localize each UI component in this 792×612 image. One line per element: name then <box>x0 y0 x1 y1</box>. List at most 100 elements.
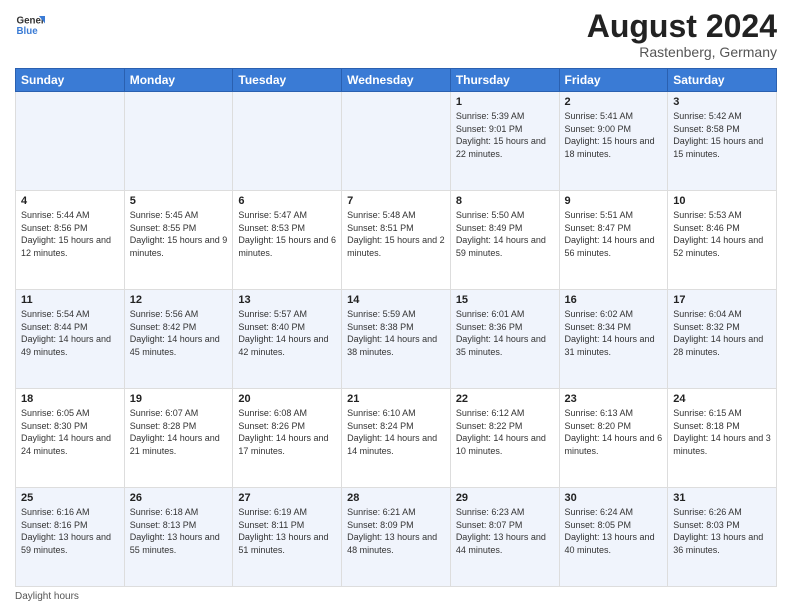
day-info: Sunrise: 5:54 AM Sunset: 8:44 PM Dayligh… <box>21 308 119 358</box>
day-info: Sunrise: 6:07 AM Sunset: 8:28 PM Dayligh… <box>130 407 228 457</box>
calendar-cell: 21 Sunrise: 6:10 AM Sunset: 8:24 PM Dayli… <box>342 389 451 488</box>
day-number: 5 <box>130 195 228 207</box>
svg-text:Blue: Blue <box>17 26 39 37</box>
day-number: 29 <box>456 492 554 504</box>
day-number: 23 <box>565 393 663 405</box>
day-info: Sunrise: 6:23 AM Sunset: 8:07 PM Dayligh… <box>456 506 554 556</box>
day-info: Sunrise: 6:02 AM Sunset: 8:34 PM Dayligh… <box>565 308 663 358</box>
footer-note: Daylight hours <box>15 591 777 602</box>
calendar-cell: 13Sunrise: 5:57 AM Sunset: 8:40 PM Dayli… <box>233 290 342 389</box>
calendar-cell: 11Sunrise: 5:54 AM Sunset: 8:44 PM Dayli… <box>16 290 125 389</box>
day-number: 28 <box>347 492 445 504</box>
day-number: 24 <box>673 393 771 405</box>
day-number: 12 <box>130 294 228 306</box>
day-number: 25 <box>21 492 119 504</box>
weekday-header-sunday: Sunday <box>16 69 125 92</box>
day-number: 13 <box>238 294 336 306</box>
logo: General Blue <box>15 10 45 40</box>
day-info: Sunrise: 6:05 AM Sunset: 8:30 PM Dayligh… <box>21 407 119 457</box>
weekday-header-thursday: Thursday <box>450 69 559 92</box>
calendar-cell: 5 Sunrise: 5:45 AM Sunset: 8:55 PM Daylig… <box>124 191 233 290</box>
day-info: Sunrise: 6:18 AM Sunset: 8:13 PM Dayligh… <box>130 506 228 556</box>
calendar-cell: 30Sunrise: 6:24 AM Sunset: 8:05 PM Dayli… <box>559 488 668 587</box>
calendar-cell: 16 Sunrise: 6:02 AM Sunset: 8:34 PM Dayli… <box>559 290 668 389</box>
day-number: 3 <box>673 96 771 108</box>
calendar-cell: 25 Sunrise: 6:16 AM Sunset: 8:16 PM Dayli… <box>16 488 125 587</box>
day-number: 31 <box>673 492 771 504</box>
day-info: Sunrise: 6:12 AM Sunset: 8:22 PM Dayligh… <box>456 407 554 457</box>
calendar-cell: 17 Sunrise: 6:04 AM Sunset: 8:32 PM Dayli… <box>668 290 777 389</box>
day-number: 22 <box>456 393 554 405</box>
day-number: 26 <box>130 492 228 504</box>
day-number: 30 <box>565 492 663 504</box>
day-number: 2 <box>565 96 663 108</box>
calendar-cell: 4 Sunrise: 5:44 AM Sunset: 8:56 PM Daylig… <box>16 191 125 290</box>
calendar-cell: 29 Sunrise: 6:23 AM Sunset: 8:07 PM Dayli… <box>450 488 559 587</box>
calendar-table: SundayMondayTuesdayWednesdayThursdayFrid… <box>15 68 777 587</box>
day-info: Sunrise: 5:48 AM Sunset: 8:51 PM Dayligh… <box>347 209 445 259</box>
calendar-cell: 22 Sunrise: 6:12 AM Sunset: 8:22 PM Dayli… <box>450 389 559 488</box>
calendar-cell: 19 Sunrise: 6:07 AM Sunset: 8:28 PM Dayli… <box>124 389 233 488</box>
day-info: Sunrise: 6:04 AM Sunset: 8:32 PM Dayligh… <box>673 308 771 358</box>
calendar-cell: 20 Sunrise: 6:08 AM Sunset: 8:26 PM Dayli… <box>233 389 342 488</box>
day-info: Sunrise: 6:21 AM Sunset: 8:09 PM Dayligh… <box>347 506 445 556</box>
calendar-cell <box>16 92 125 191</box>
day-info: Sunrise: 6:10 AM Sunset: 8:24 PM Dayligh… <box>347 407 445 457</box>
weekday-header-monday: Monday <box>124 69 233 92</box>
calendar-cell: 18 Sunrise: 6:05 AM Sunset: 8:30 PM Dayli… <box>16 389 125 488</box>
calendar-week-row: 11Sunrise: 5:54 AM Sunset: 8:44 PM Dayli… <box>16 290 777 389</box>
calendar-cell: 31 Sunrise: 6:26 AM Sunset: 8:03 PM Dayli… <box>668 488 777 587</box>
day-number: 21 <box>347 393 445 405</box>
calendar-week-row: 1Sunrise: 5:39 AM Sunset: 9:01 PM Daylig… <box>16 92 777 191</box>
day-info: Sunrise: 6:19 AM Sunset: 8:11 PM Dayligh… <box>238 506 336 556</box>
day-info: Sunrise: 6:08 AM Sunset: 8:26 PM Dayligh… <box>238 407 336 457</box>
day-number: 8 <box>456 195 554 207</box>
calendar-cell: 9 Sunrise: 5:51 AM Sunset: 8:47 PM Daylig… <box>559 191 668 290</box>
header: General Blue August 2024 Rastenberg, Ger… <box>15 10 777 60</box>
calendar-cell: 2Sunrise: 5:41 AM Sunset: 9:00 PM Daylig… <box>559 92 668 191</box>
day-number: 7 <box>347 195 445 207</box>
calendar-cell: 3 Sunrise: 5:42 AM Sunset: 8:58 PM Daylig… <box>668 92 777 191</box>
day-number: 17 <box>673 294 771 306</box>
day-info: Sunrise: 6:16 AM Sunset: 8:16 PM Dayligh… <box>21 506 119 556</box>
day-info: Sunrise: 5:51 AM Sunset: 8:47 PM Dayligh… <box>565 209 663 259</box>
day-number: 16 <box>565 294 663 306</box>
calendar-cell: 12Sunrise: 5:56 AM Sunset: 8:42 PM Dayli… <box>124 290 233 389</box>
weekday-header-tuesday: Tuesday <box>233 69 342 92</box>
day-info: Sunrise: 6:01 AM Sunset: 8:36 PM Dayligh… <box>456 308 554 358</box>
location: Rastenberg, Germany <box>587 44 777 60</box>
calendar-cell <box>124 92 233 191</box>
day-info: Sunrise: 5:42 AM Sunset: 8:58 PM Dayligh… <box>673 110 771 160</box>
title-block: August 2024 Rastenberg, Germany <box>587 10 777 60</box>
page: General Blue August 2024 Rastenberg, Ger… <box>0 0 792 612</box>
weekday-header-saturday: Saturday <box>668 69 777 92</box>
day-number: 18 <box>21 393 119 405</box>
day-info: Sunrise: 5:44 AM Sunset: 8:56 PM Dayligh… <box>21 209 119 259</box>
weekday-header-friday: Friday <box>559 69 668 92</box>
day-number: 15 <box>456 294 554 306</box>
calendar-week-row: 18 Sunrise: 6:05 AM Sunset: 8:30 PM Dayli… <box>16 389 777 488</box>
calendar-cell: 27 Sunrise: 6:19 AM Sunset: 8:11 PM Dayli… <box>233 488 342 587</box>
day-number: 9 <box>565 195 663 207</box>
day-info: Sunrise: 5:59 AM Sunset: 8:38 PM Dayligh… <box>347 308 445 358</box>
day-info: Sunrise: 5:50 AM Sunset: 8:49 PM Dayligh… <box>456 209 554 259</box>
calendar-cell: 7 Sunrise: 5:48 AM Sunset: 8:51 PM Daylig… <box>342 191 451 290</box>
calendar-cell: 23 Sunrise: 6:13 AM Sunset: 8:20 PM Dayli… <box>559 389 668 488</box>
day-number: 27 <box>238 492 336 504</box>
calendar-cell: 1Sunrise: 5:39 AM Sunset: 9:01 PM Daylig… <box>450 92 559 191</box>
calendar-cell <box>233 92 342 191</box>
calendar-week-row: 4 Sunrise: 5:44 AM Sunset: 8:56 PM Daylig… <box>16 191 777 290</box>
day-number: 4 <box>21 195 119 207</box>
day-info: Sunrise: 5:47 AM Sunset: 8:53 PM Dayligh… <box>238 209 336 259</box>
day-info: Sunrise: 5:53 AM Sunset: 8:46 PM Dayligh… <box>673 209 771 259</box>
calendar-cell: 24Sunrise: 6:15 AM Sunset: 8:18 PM Dayli… <box>668 389 777 488</box>
day-info: Sunrise: 5:39 AM Sunset: 9:01 PM Dayligh… <box>456 110 554 160</box>
day-info: Sunrise: 5:45 AM Sunset: 8:55 PM Dayligh… <box>130 209 228 259</box>
day-info: Sunrise: 6:26 AM Sunset: 8:03 PM Dayligh… <box>673 506 771 556</box>
day-info: Sunrise: 6:13 AM Sunset: 8:20 PM Dayligh… <box>565 407 663 457</box>
day-number: 14 <box>347 294 445 306</box>
day-number: 20 <box>238 393 336 405</box>
day-number: 19 <box>130 393 228 405</box>
calendar-cell: 28 Sunrise: 6:21 AM Sunset: 8:09 PM Dayli… <box>342 488 451 587</box>
calendar-cell: 8 Sunrise: 5:50 AM Sunset: 8:49 PM Daylig… <box>450 191 559 290</box>
